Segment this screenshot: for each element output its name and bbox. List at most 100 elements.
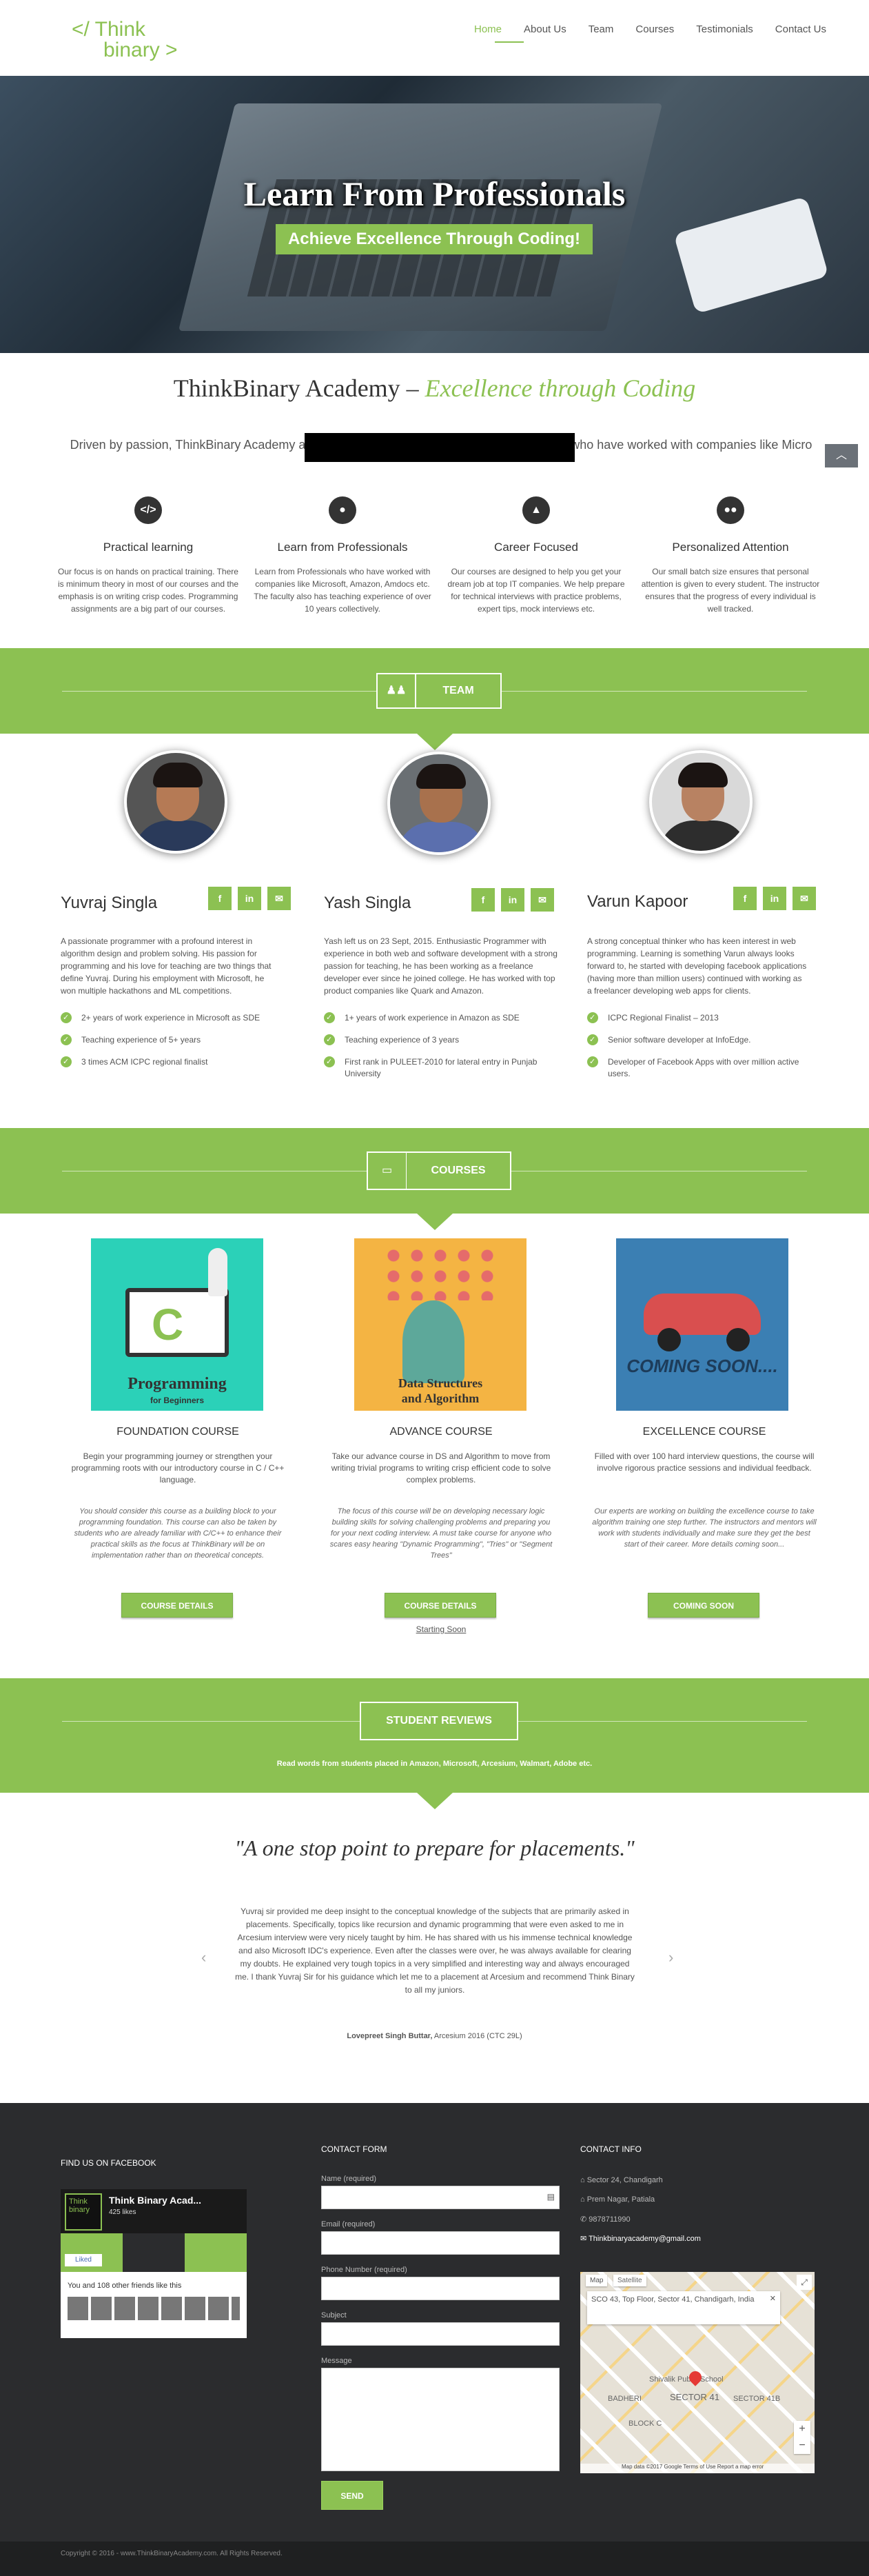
- nav-courses[interactable]: Courses: [635, 23, 674, 35]
- map-label: SECTOR 41: [670, 2392, 720, 2402]
- foundation-course-details-button[interactable]: COURSE DETAILS: [121, 1593, 233, 1618]
- site-header: </ Think binary > Home About Us Team Cou…: [0, 0, 869, 76]
- check-icon-item: Developer of Facebook Apps with over mil…: [587, 1056, 808, 1080]
- message-label: Message: [321, 2357, 352, 2365]
- feature-text: Our courses are designed to help you get…: [447, 567, 625, 614]
- check-icon-item: 3 times ACM ICPC regional finalist: [61, 1056, 281, 1068]
- fullscreen-icon[interactable]: ⤢: [797, 2275, 812, 2290]
- mail-icon[interactable]: ✉: [531, 888, 554, 912]
- close-icon[interactable]: ✕: [770, 2294, 776, 2303]
- wheel-graphic: [657, 1328, 681, 1351]
- linkedin-icon[interactable]: in: [238, 887, 261, 910]
- prev-arrow-icon[interactable]: ‹: [201, 1949, 206, 1966]
- feature-attention: ●● Personalized Attention Our small batc…: [637, 496, 824, 615]
- team-heading-box[interactable]: ♟♟ TEAM: [376, 673, 502, 709]
- redacted-block: [305, 433, 575, 462]
- academy-title-accent: Excellence through Coding: [425, 374, 696, 402]
- rocket-graphic: [208, 1248, 227, 1296]
- wheel-graphic: [726, 1328, 750, 1351]
- chevron-up-icon[interactable]: ︿: [825, 444, 858, 467]
- reviews-heading[interactable]: STUDENT REVIEWS: [360, 1702, 518, 1740]
- course-desc: Take our advance course in DS and Algori…: [331, 1451, 551, 1485]
- users-icon: ♟♟: [378, 674, 416, 707]
- advance-course-details-button[interactable]: COURSE DETAILS: [385, 1593, 496, 1618]
- academy-title-plain: ThinkBinary Academy –: [173, 374, 425, 402]
- nav-testimonials[interactable]: Testimonials: [696, 23, 753, 35]
- reviews-subtitle: Read words from students placed in Amazo…: [276, 1760, 593, 1768]
- map-tab-map[interactable]: Map: [586, 2275, 608, 2286]
- member-points: 2+ years of work experience in Microsoft…: [61, 1012, 281, 1078]
- map-tab-satellite[interactable]: Satellite: [613, 2275, 646, 2286]
- fb-page-name: Think Binary Acad...: [109, 2195, 202, 2206]
- academy-section: ThinkBinary Academy – Excellence through…: [0, 353, 869, 648]
- nav-team[interactable]: Team: [589, 23, 614, 35]
- google-map[interactable]: Map Satellite ⤢ SCO 43, Top Floor, Secto…: [580, 2272, 815, 2473]
- course-detail: You should consider this course as a bui…: [74, 1507, 282, 1560]
- document-icon: ▭: [368, 1153, 407, 1189]
- feature-text: Our focus is on hands on practical train…: [57, 567, 239, 614]
- check-icon-item: Teaching experience of 5+ years: [61, 1034, 281, 1046]
- check-icon-item: 1+ years of work experience in Amazon as…: [324, 1012, 544, 1024]
- hero-banner: Learn From Professionals Achieve Excelle…: [0, 76, 869, 353]
- copyright-bar: Copyright © 2016 - www.ThinkBinaryAcadem…: [0, 2542, 869, 2576]
- facebook-icon[interactable]: f: [733, 887, 757, 910]
- next-arrow-icon[interactable]: ›: [668, 1949, 673, 1966]
- nav-home[interactable]: Home: [474, 23, 502, 35]
- logo[interactable]: </ Think binary >: [72, 19, 178, 61]
- nav-about[interactable]: About Us: [524, 23, 566, 35]
- home-icon: ⌂: [580, 2176, 587, 2184]
- team-heading: TEAM: [442, 685, 474, 696]
- phone-text: 9878711990: [589, 2215, 631, 2224]
- foundation-image-sub: for Beginners: [150, 1396, 204, 1405]
- course-detail: The focus of this course will be on deve…: [329, 1507, 553, 1560]
- academy-title: ThinkBinary Academy – Excellence through…: [0, 374, 869, 403]
- logo-line2: binary >: [103, 39, 178, 61]
- phone-field[interactable]: [321, 2277, 560, 2300]
- reviews-bar: STUDENT REVIEWS Read words from students…: [0, 1678, 869, 1793]
- member-socials: f in ✉: [471, 888, 554, 912]
- fb-likes: 425 likes: [109, 2208, 136, 2216]
- feature-professionals: ● Learn from Professionals Learn from Pr…: [249, 496, 436, 615]
- message-field[interactable]: [321, 2368, 560, 2471]
- fb-friends: You and 108 other friends like this: [68, 2282, 182, 2290]
- send-button[interactable]: SEND: [321, 2481, 383, 2510]
- linkedin-icon[interactable]: in: [501, 888, 524, 912]
- member-name: Yash Singla: [324, 894, 411, 912]
- email-field[interactable]: [321, 2231, 560, 2255]
- courses-heading: COURSES: [431, 1165, 486, 1176]
- avatar-hair: [153, 763, 203, 787]
- check-icon-item: 2+ years of work experience in Microsoft…: [61, 1012, 281, 1024]
- code-icon: </>: [134, 496, 162, 524]
- email-label: Email (required): [321, 2220, 376, 2228]
- email-text: Thinkbinaryacademy@gmail.com: [589, 2235, 701, 2243]
- feature-title: Practical learning: [103, 541, 194, 554]
- course-title: FOUNDATION COURSE: [116, 1426, 239, 1438]
- check-icon-item: First rank in PULEET-2010 for lateral en…: [324, 1056, 544, 1080]
- facebook-icon[interactable]: f: [471, 888, 495, 912]
- map-zoom-controls[interactable]: + −: [794, 2421, 810, 2454]
- course-detail: Our experts are working on building the …: [592, 1507, 817, 1549]
- email-info[interactable]: ✉ Thinkbinaryacademy@gmail.com: [580, 2234, 701, 2243]
- fb-like-button[interactable]: Liked: [65, 2254, 102, 2266]
- feature-title: Personalized Attention: [672, 541, 789, 554]
- subject-field[interactable]: [321, 2322, 560, 2346]
- linkedin-icon[interactable]: in: [763, 887, 786, 910]
- logo-line1: </ Think: [72, 18, 146, 41]
- address-2: ⌂ Prem Nagar, Patiala: [580, 2195, 655, 2204]
- mail-icon[interactable]: ✉: [793, 887, 816, 910]
- starting-soon-link[interactable]: Starting Soon: [324, 1624, 558, 1634]
- coming-soon-button[interactable]: COMING SOON: [648, 1593, 759, 1618]
- courses-heading-box[interactable]: ▭ COURSES: [367, 1151, 511, 1190]
- mail-icon[interactable]: ✉: [267, 887, 291, 910]
- review-author: Lovepreet Singh Buttar, Arcesium 2016 (C…: [0, 2032, 869, 2040]
- avatar-body: [659, 821, 748, 851]
- facebook-widget[interactable]: Think binary Think Binary Acad... 425 li…: [61, 2189, 247, 2338]
- name-field[interactable]: ▤: [321, 2186, 560, 2209]
- member-name: Yuvraj Singla: [61, 894, 158, 912]
- nav-contact[interactable]: Contact Us: [775, 23, 826, 35]
- map-label: Shivalik Public School: [649, 2375, 724, 2384]
- check-icon-item: Senior software developer at InfoEdge.: [587, 1034, 808, 1046]
- facebook-icon[interactable]: f: [208, 887, 232, 910]
- map-address: SCO 43, Top Floor, Sector 41, Chandigarh…: [591, 2295, 755, 2304]
- user-icon: ●: [329, 496, 356, 524]
